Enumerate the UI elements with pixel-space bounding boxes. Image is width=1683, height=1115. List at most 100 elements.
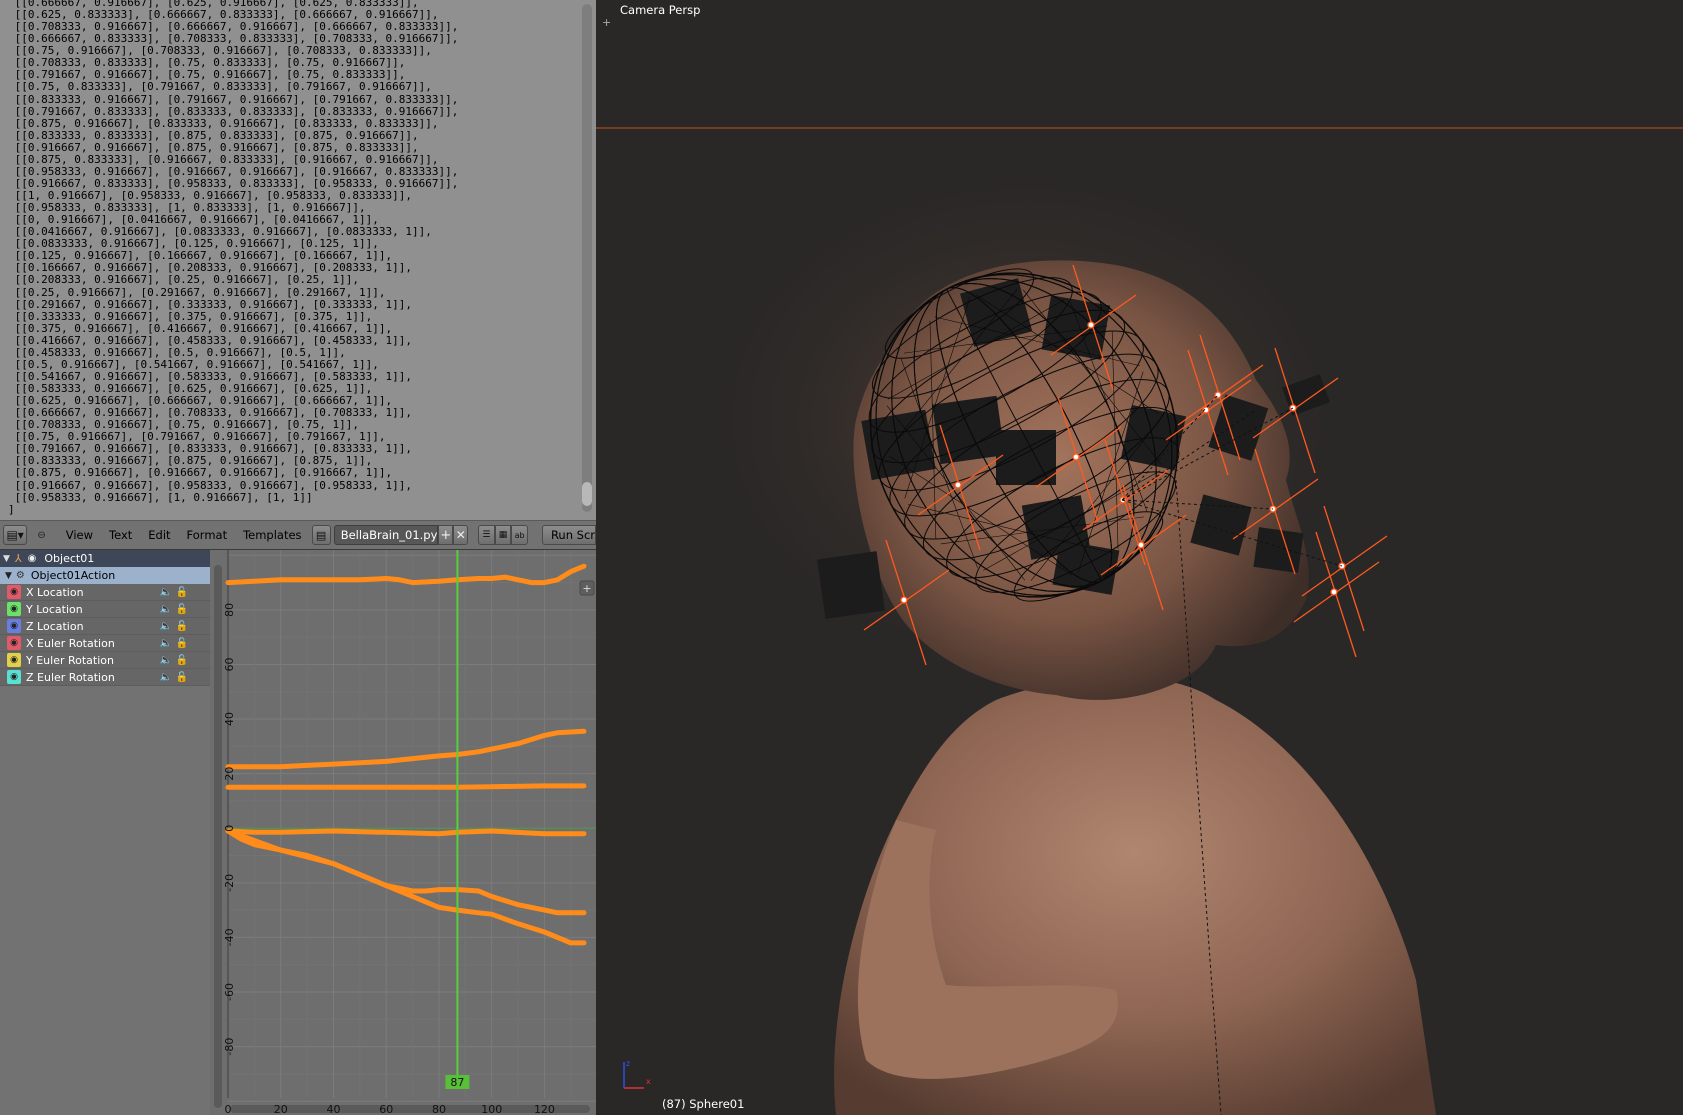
y-tick-label: -20	[223, 874, 236, 892]
expand-triangle-icon[interactable]: ▼	[5, 571, 12, 581]
fcurve-line[interactable]	[225, 728, 587, 770]
graph-channel-list: ▼ ⅄ ◉ Object01 ▼ ⚙ Object01Action ◉ X Loc…	[0, 550, 210, 1115]
y-scroll-track[interactable]	[214, 565, 222, 1108]
channel-eye-icon[interactable]: ◉	[7, 619, 21, 633]
channel-fcurve-row[interactable]: ◉ Z Location 🔈 🔓	[0, 618, 210, 635]
menu-edit[interactable]: Edit	[140, 528, 178, 542]
plus-icon: +	[440, 527, 452, 543]
fcurve-line[interactable]	[225, 563, 587, 586]
svg-text:+: +	[582, 582, 591, 595]
code-line[interactable]: [[0.333333, 0.916667], [0.375, 0.916667]…	[8, 310, 458, 323]
channel-mute-lock-icons[interactable]: 🔈 🔓	[160, 655, 188, 666]
code-line[interactable]: [[0.291667, 0.916667], [0.333333, 0.9166…	[8, 298, 458, 311]
code-line[interactable]: [[0.25, 0.916667], [0.291667, 0.916667],…	[8, 286, 458, 299]
fcurve-line[interactable]	[225, 828, 587, 946]
channel-eye-icon[interactable]: ◉	[7, 636, 21, 650]
code-line[interactable]: [[0.916667, 0.916667], [0.958333, 0.9166…	[8, 479, 458, 492]
menu-text[interactable]: Text	[101, 528, 140, 542]
editor-type-menu[interactable]: ▤▾	[3, 525, 28, 545]
channel-mute-lock-icons[interactable]: 🔈 🔓	[160, 638, 188, 649]
channel-fcurve-row[interactable]: ◉ Y Euler Rotation 🔈 🔓	[0, 652, 210, 669]
collapse-menu-icon[interactable]: ⊖	[37, 530, 45, 541]
channel-fcurve-label: Z Euler Rotation	[26, 670, 115, 684]
text-scrollbar-thumb[interactable]	[582, 482, 592, 506]
code-line[interactable]: [[0.416667, 0.916667], [0.458333, 0.9166…	[8, 334, 458, 347]
y-tick-label: -80	[223, 1038, 236, 1056]
x-tick-label: 20	[274, 1103, 288, 1115]
graph-corner-widget[interactable]: +	[579, 580, 595, 596]
code-line[interactable]: [[0.791667, 0.833333], [0.833333, 0.8333…	[8, 105, 459, 118]
channel-object-label: Object01	[44, 552, 95, 565]
syntax-highlight-toggle[interactable]: ab	[511, 525, 528, 545]
channel-eye-icon[interactable]: ◉	[7, 585, 21, 599]
code-line[interactable]: [[0.875, 0.916667], [0.833333, 0.916667]…	[8, 117, 458, 130]
code-line[interactable]: [[0.833333, 0.833333], [0.875, 0.833333]…	[8, 129, 458, 142]
run-script-button[interactable]: Run Scr	[541, 525, 597, 545]
text-browse-button[interactable]: ▤	[311, 525, 331, 545]
menu-templates[interactable]: Templates	[235, 528, 309, 542]
visibility-eye-icon[interactable]: ◉	[28, 553, 37, 564]
graph-canvas[interactable]: 87 806040200-20-40-60-800 20 40 60 80 100 120 …	[210, 550, 596, 1115]
text-editor[interactable]: [[0.666667, 0.916667], [0.625, 0.916667]…	[0, 0, 596, 520]
fcurve-line[interactable]	[225, 828, 587, 916]
x-tick-label: 80	[432, 1103, 446, 1115]
fcurve-line[interactable]	[225, 783, 587, 790]
menu-view[interactable]: View	[58, 528, 101, 542]
x-tick-label: 40	[326, 1103, 340, 1115]
text-document-icon: ▤	[315, 528, 327, 542]
channel-fcurve-row[interactable]: ◉ X Euler Rotation 🔈 🔓	[0, 635, 210, 652]
3d-viewport[interactable]: x z Camera Persp + (87) Sphere01	[596, 0, 1683, 1115]
graph-editor[interactable]: 87 80 60 40 20 0 -20 -40 -60 -80 0 20 40 60 80 100 120 …	[210, 550, 596, 1115]
channel-mute-lock-icons[interactable]: 🔈 🔓	[160, 621, 188, 632]
code-text[interactable]: [[0.666667, 0.916667], [0.625, 0.916667]…	[0, 0, 458, 516]
editor-type-icon: ▤▾	[6, 528, 24, 542]
channel-mute-lock-icons[interactable]: 🔈 🔓	[160, 672, 188, 683]
word-wrap-icon: ▦	[498, 530, 508, 540]
code-line[interactable]: [[0.833333, 0.916667], [0.791667, 0.9166…	[8, 93, 459, 106]
menu-format[interactable]: Format	[179, 528, 236, 542]
channel-eye-icon[interactable]: ◉	[7, 653, 21, 667]
x-tick-label: 60	[379, 1103, 393, 1115]
action-icon: ⚙	[15, 570, 25, 581]
channel-fcurve-row[interactable]: ◉ Z Euler Rotation 🔈 🔓	[0, 669, 210, 686]
channel-fcurve-row[interactable]: ◉ X Location 🔈 🔓	[0, 584, 210, 601]
code-line[interactable]: [[0.208333, 0.916667], [0.25, 0.916667],…	[8, 274, 458, 286]
code-line[interactable]: [[0.875, 0.916667], [0.916667, 0.916667]…	[8, 467, 458, 479]
code-line[interactable]: [[0.375, 0.916667], [0.416667, 0.916667]…	[8, 322, 458, 335]
channel-fcurve-label: X Location	[26, 585, 84, 599]
fcurve-line[interactable]	[225, 828, 587, 837]
channel-mute-lock-icons[interactable]: 🔈 🔓	[160, 587, 188, 598]
line-numbers-icon: ☰	[482, 530, 491, 540]
x-tick-label: 0	[225, 1103, 232, 1115]
svg-text:x: x	[646, 1077, 651, 1086]
y-tick-label: 60	[223, 657, 236, 671]
word-wrap-toggle[interactable]: ▦	[494, 525, 512, 545]
expand-triangle-icon[interactable]: ▼	[3, 554, 10, 564]
new-text-button[interactable]: +	[438, 525, 454, 545]
channel-object-row[interactable]: ▼ ⅄ ◉ Object01	[0, 550, 210, 567]
channel-action-row[interactable]: ▼ ⚙ Object01Action	[0, 567, 210, 584]
file-name-field[interactable]: BellaBrain_01.py	[333, 525, 439, 545]
channel-fcurve-label: Y Euler Rotation	[26, 653, 114, 667]
line-numbers-toggle[interactable]: ☰	[478, 525, 495, 545]
y-tick-label: -40	[223, 928, 236, 946]
code-line[interactable]: [[0.75, 0.833333], [0.791667, 0.833333],…	[8, 81, 458, 93]
code-line[interactable]: [[0.958333, 0.916667], [1, 0.916667], [1…	[8, 491, 458, 504]
channel-mute-lock-icons[interactable]: 🔈 🔓	[160, 604, 188, 615]
close-icon: ✕	[455, 528, 466, 542]
channel-eye-icon[interactable]: ◉	[7, 670, 21, 684]
channel-fcurve-row[interactable]: ◉ Y Location 🔈 🔓	[0, 601, 210, 618]
current-frame-number: 87	[450, 1076, 464, 1089]
text-scrollbar-track[interactable]	[582, 4, 592, 512]
text-editor-header: ▤▾ ⊖ View Text Edit Format Templates ▤ B…	[0, 520, 597, 550]
channel-eye-icon[interactable]: ◉	[7, 602, 21, 616]
channel-fcurve-label: Z Location	[26, 619, 84, 633]
code-line[interactable]: ]	[8, 503, 458, 516]
viewport-corner-plus-icon[interactable]: +	[602, 16, 611, 29]
view-name-label: Camera Persp	[620, 3, 701, 17]
unlink-text-button[interactable]: ✕	[453, 525, 469, 545]
axis-gizmo: x z	[623, 1059, 651, 1089]
run-script-label: Run Scr	[550, 528, 596, 542]
code-line[interactable]: [[0.916667, 0.916667], [0.875, 0.916667]…	[8, 141, 458, 154]
viewport-scene[interactable]: x z	[596, 0, 1683, 1115]
